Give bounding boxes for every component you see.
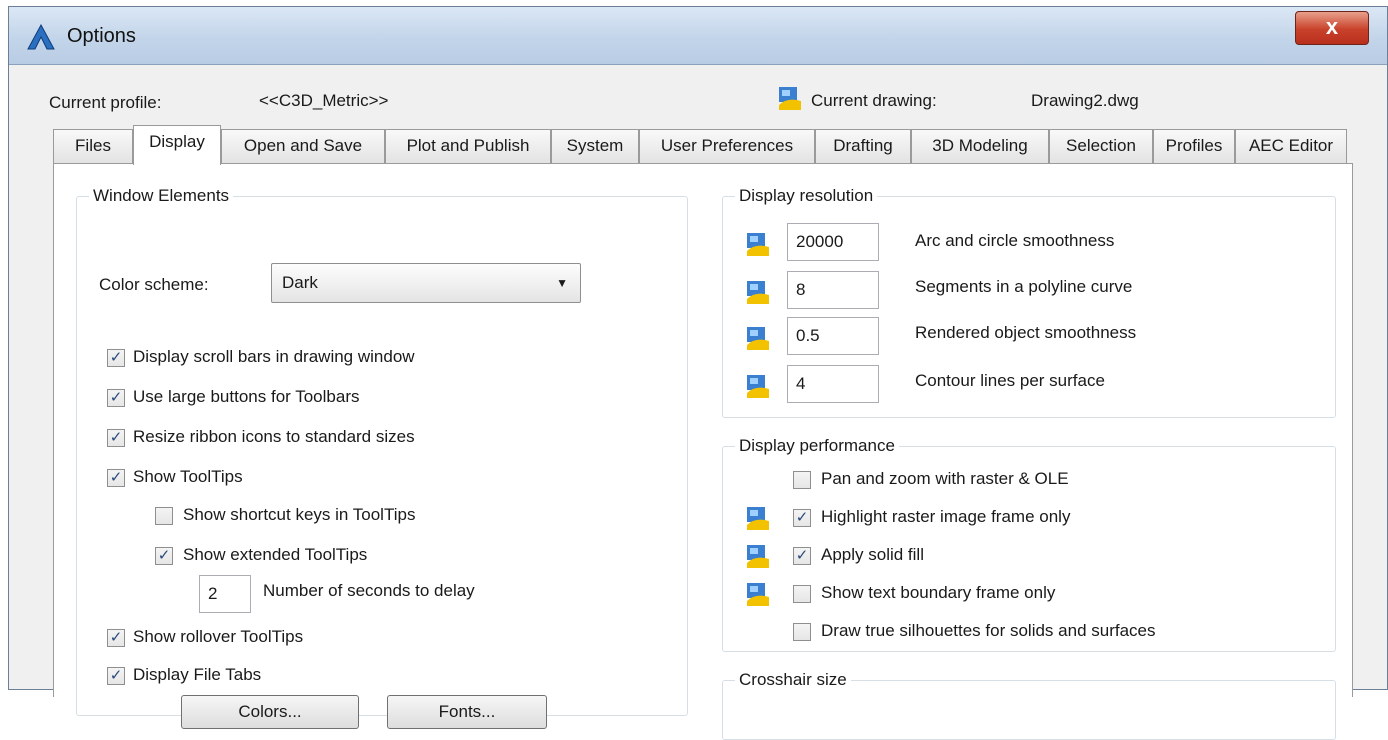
drawing-saved-icon	[747, 545, 769, 568]
tab-files[interactable]: Files	[53, 129, 133, 163]
tab-system[interactable]: System	[551, 129, 639, 163]
checkbox-pan-zoom-raster[interactable]	[793, 471, 811, 489]
display-performance-group: Display performance Pan and zoom with ra…	[722, 436, 1336, 652]
polyline-segments-input[interactable]: 8	[787, 271, 879, 309]
window-elements-title: Window Elements	[89, 186, 234, 206]
show-shortcut-keys-label: Show shortcut keys in ToolTips	[183, 505, 416, 524]
autocad-logo-icon	[27, 24, 55, 50]
checkbox-true-silhouettes[interactable]	[793, 623, 811, 641]
checkbox-show-shortcut-keys[interactable]	[155, 507, 173, 525]
drawing-saved-icon	[747, 583, 769, 606]
tooltip-delay-input[interactable]: 2	[199, 575, 251, 613]
show-extended-tooltips-label: Show extended ToolTips	[183, 545, 368, 564]
checkbox-display-scroll-bars[interactable]: ✓	[107, 349, 125, 367]
display-scroll-bars-label: Display scroll bars in drawing window	[133, 347, 415, 366]
tab-plot-and-publish[interactable]: Plot and Publish	[385, 129, 551, 163]
checkbox-large-buttons[interactable]: ✓	[107, 389, 125, 407]
display-resolution-group: Display resolution 20000 Arc and circle …	[722, 186, 1336, 418]
tab-profiles[interactable]: Profiles	[1153, 129, 1235, 163]
contour-lines-label: Contour lines per surface	[915, 371, 1105, 390]
rendered-smoothness-label: Rendered object smoothness	[915, 323, 1137, 342]
color-scheme-value: Dark	[282, 273, 318, 292]
title-bar: Options x	[9, 7, 1387, 65]
drawing-saved-icon	[747, 375, 769, 398]
display-file-tabs-label: Display File Tabs	[133, 665, 262, 684]
highlight-raster-frame-label: Highlight raster image frame only	[821, 507, 1071, 526]
tooltip-delay-label: Number of seconds to delay	[263, 581, 475, 600]
color-scheme-label: Color scheme:	[99, 275, 209, 294]
show-tooltips-label: Show ToolTips	[133, 467, 243, 486]
tab-aec-editor[interactable]: AEC Editor	[1235, 129, 1347, 163]
show-rollover-tooltips-label: Show rollover ToolTips	[133, 627, 304, 646]
current-profile-value: <<C3D_Metric>>	[259, 91, 389, 110]
display-tab-panel: Window Elements Color scheme: Dark ▼ ✓ D…	[53, 163, 1353, 740]
checkbox-display-file-tabs[interactable]: ✓	[107, 667, 125, 685]
text-boundary-frame-label: Show text boundary frame only	[821, 583, 1056, 602]
tab-display[interactable]: Display	[133, 125, 221, 165]
tab-strip: Files Display Open and Save Plot and Pub…	[53, 125, 1353, 165]
apply-solid-fill-label: Apply solid fill	[821, 545, 924, 564]
checkbox-highlight-raster-frame[interactable]: ✓	[793, 509, 811, 527]
current-profile-label: Current profile:	[49, 93, 162, 112]
checkbox-show-rollover-tooltips[interactable]: ✓	[107, 629, 125, 647]
close-button[interactable]: x	[1295, 11, 1369, 45]
tab-3d-modeling[interactable]: 3D Modeling	[911, 129, 1049, 163]
window-elements-group: Window Elements Color scheme: Dark ▼ ✓ D…	[76, 186, 688, 729]
crosshair-size-title: Crosshair size	[735, 670, 851, 690]
contour-lines-input[interactable]: 4	[787, 365, 879, 403]
resize-ribbon-icons-label: Resize ribbon icons to standard sizes	[133, 427, 415, 446]
tab-open-and-save[interactable]: Open and Save	[221, 129, 385, 163]
checkbox-show-extended-tooltips[interactable]: ✓	[155, 547, 173, 565]
tab-drafting[interactable]: Drafting	[815, 129, 911, 163]
arc-smoothness-label: Arc and circle smoothness	[915, 231, 1115, 250]
current-drawing-label: Current drawing:	[811, 91, 937, 110]
crosshair-size-group: Crosshair size	[722, 670, 1336, 740]
checkbox-resize-ribbon-icons[interactable]: ✓	[107, 429, 125, 447]
display-performance-title: Display performance	[735, 436, 899, 456]
options-dialog: Options x Current profile: <<C3D_Metric>…	[8, 6, 1388, 740]
large-buttons-label: Use large buttons for Toolbars	[133, 387, 360, 406]
drawing-saved-icon	[747, 233, 769, 256]
drawing-file-icon	[779, 87, 801, 110]
tab-selection[interactable]: Selection	[1049, 129, 1153, 163]
display-resolution-title: Display resolution	[735, 186, 878, 206]
colors-button[interactable]: Colors...	[181, 695, 359, 729]
checkbox-apply-solid-fill[interactable]: ✓	[793, 547, 811, 565]
chevron-down-icon: ▼	[556, 276, 568, 290]
window-title: Options	[67, 25, 136, 47]
fonts-button[interactable]: Fonts...	[387, 695, 547, 729]
true-silhouettes-label: Draw true silhouettes for solids and sur…	[821, 621, 1156, 640]
drawing-saved-icon	[747, 281, 769, 304]
drawing-saved-icon	[747, 327, 769, 350]
profile-row: Current profile: <<C3D_Metric>> Current …	[9, 65, 1387, 125]
color-scheme-dropdown[interactable]: Dark ▼	[271, 263, 581, 303]
polyline-segments-label: Segments in a polyline curve	[915, 277, 1133, 296]
checkbox-text-boundary-frame[interactable]	[793, 585, 811, 603]
pan-zoom-raster-label: Pan and zoom with raster & OLE	[821, 469, 1069, 488]
checkbox-show-tooltips[interactable]: ✓	[107, 469, 125, 487]
rendered-smoothness-input[interactable]: 0.5	[787, 317, 879, 355]
drawing-saved-icon	[747, 507, 769, 530]
arc-smoothness-input[interactable]: 20000	[787, 223, 879, 261]
tab-user-preferences[interactable]: User Preferences	[639, 129, 815, 163]
current-drawing-value: Drawing2.dwg	[1031, 91, 1139, 110]
